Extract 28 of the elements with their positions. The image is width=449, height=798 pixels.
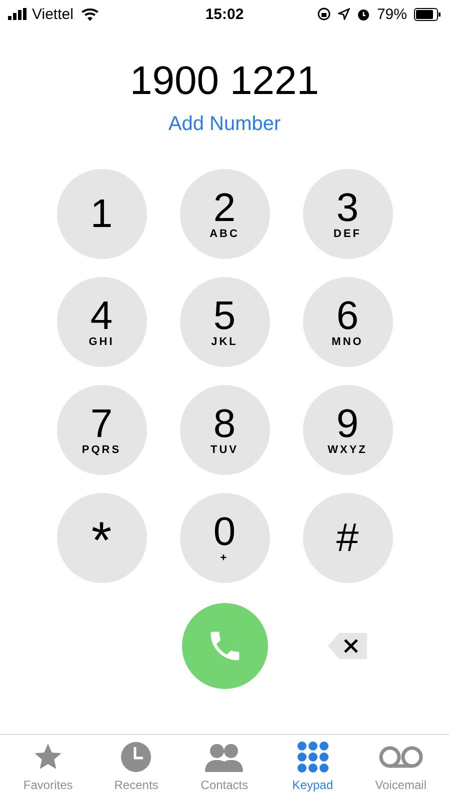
alarm-icon [356, 8, 370, 20]
clock-icon [120, 741, 152, 773]
battery-percent: 79% [376, 6, 407, 22]
contacts-icon [203, 741, 246, 773]
dial-key[interactable]: 2 ABC [180, 169, 270, 259]
dial-key[interactable]: 4 GHI [56, 277, 146, 367]
add-number-link[interactable]: Add Number [168, 112, 281, 136]
dial-key[interactable]: 0 + [180, 493, 270, 583]
rotation-lock-icon [316, 7, 331, 21]
dial-key[interactable]: 8 TUV [180, 385, 270, 475]
dial-key[interactable]: * [56, 493, 146, 583]
dial-key[interactable]: 5 JKL [180, 277, 270, 367]
wifi-icon [81, 8, 100, 20]
tab-bar-item[interactable]: Keypad [272, 741, 353, 798]
dial-key[interactable]: # [302, 493, 392, 583]
keypad-icon [296, 741, 329, 773]
dialed-number: 1900 1221 [128, 58, 320, 104]
clock-time: 15:02 [205, 6, 244, 22]
dial-key[interactable]: 7 PQRS [56, 385, 146, 475]
dial-key[interactable]: 6 MNO [302, 277, 392, 367]
dial-key[interactable]: 9 WXYZ [302, 385, 392, 475]
location-icon [338, 8, 350, 20]
dial-key[interactable]: 3 DEF [302, 169, 392, 259]
carrier-name: Viettel [32, 6, 74, 22]
dial-key[interactable]: 1 [56, 169, 146, 259]
delete-button[interactable] [326, 631, 368, 661]
signal-icon [8, 8, 28, 20]
battery-icon [414, 8, 441, 20]
